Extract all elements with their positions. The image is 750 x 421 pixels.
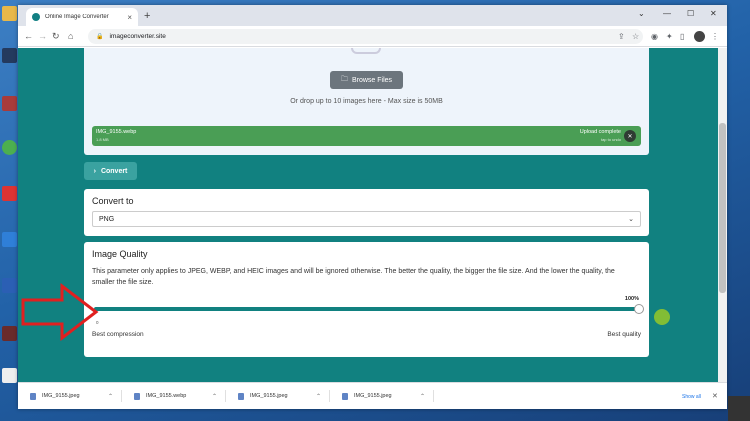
convert-to-title: Convert to: [92, 196, 134, 206]
chevron-down-icon: ⌄: [628, 216, 634, 223]
extensions-icon[interactable]: ✦: [666, 32, 673, 41]
upload-cloud-icon: [351, 48, 381, 54]
page-scrollbar[interactable]: [718, 48, 727, 382]
forward-icon[interactable]: →: [38, 31, 47, 41]
upload-card: 🗀 Browse Files Or drop up to 10 images h…: [84, 48, 649, 155]
desktop-word-icon[interactable]: [2, 278, 17, 293]
menu-kebab-icon[interactable]: ⋮: [711, 32, 719, 41]
tab-online-image-converter[interactable]: Online Image Converter ×: [26, 8, 138, 26]
browse-files-button[interactable]: 🗀 Browse Files: [330, 71, 403, 89]
tab-close-icon[interactable]: ×: [127, 13, 132, 22]
file-icon: [238, 392, 244, 400]
quality-slider-track[interactable]: [94, 307, 639, 311]
quality-slider-thumb[interactable]: [634, 304, 644, 314]
browser-toolbar: ← → ↻ ⌂ 🔒 imageconverter.site ⇪ ☆ ◉ ✦ ▯ …: [18, 26, 727, 47]
lock-icon: 🔒: [96, 34, 104, 40]
address-bar[interactable]: 🔒 imageconverter.site: [88, 29, 643, 44]
desktop-cloud-icon[interactable]: [2, 232, 17, 247]
screenshot-icon[interactable]: ◉: [651, 32, 658, 41]
quality-slider-fill: [94, 307, 639, 311]
best-quality-label: Best quality: [607, 331, 641, 338]
page-content: 🗀 Browse Files Or drop up to 10 images h…: [18, 48, 718, 382]
remove-file-icon[interactable]: ✕: [624, 130, 636, 142]
back-icon[interactable]: ←: [24, 31, 33, 41]
download-file-name: IMG_9155.jpeg: [42, 393, 80, 399]
convert-to-card: Convert to PNG ⌄: [84, 189, 649, 236]
browser-window: Online Image Converter × + ⌄ — ☐ ✕ ← → ↻…: [18, 5, 727, 409]
download-item[interactable]: IMG_9155.jpeg ⌃: [230, 390, 330, 402]
chevron-up-icon[interactable]: ⌃: [316, 393, 321, 400]
minimize-icon[interactable]: —: [663, 9, 671, 18]
desktop-doc-icon[interactable]: [2, 368, 17, 383]
tab-title: Online Image Converter: [45, 14, 109, 20]
chevron-right-icon: ›: [93, 167, 96, 175]
download-file-name: IMG_9155.jpeg: [250, 393, 288, 399]
maximize-icon[interactable]: ☐: [687, 9, 694, 18]
desktop-icons: [0, 0, 18, 421]
browse-files-label: Browse Files: [351, 76, 393, 84]
desktop-file-icon[interactable]: [2, 6, 17, 21]
desktop-archive-icon[interactable]: [2, 96, 17, 111]
image-quality-card: Image Quality This parameter only applie…: [84, 242, 649, 357]
tab-strip: Online Image Converter × + ⌄ — ☐ ✕: [18, 5, 727, 26]
file-icon: [30, 392, 36, 400]
drop-hint: Or drop up to 10 images here - Max size …: [290, 98, 443, 105]
bookmark-star-icon[interactable]: ☆: [632, 32, 639, 41]
desktop-app-icon[interactable]: [2, 48, 17, 63]
desktop-app-red-icon[interactable]: [2, 186, 17, 201]
mouse-cursor-highlight: [654, 309, 670, 325]
desktop-chrome-icon[interactable]: [2, 140, 17, 155]
upload-status: Upload complete: [579, 129, 621, 135]
desktop-pdf-icon[interactable]: [2, 326, 17, 341]
format-select[interactable]: PNG ⌄: [92, 211, 641, 227]
download-item[interactable]: IMG_9155.webp ⌃: [126, 390, 226, 402]
chevron-up-icon[interactable]: ⌃: [108, 393, 113, 400]
uploaded-file-size: 1.8 MB: [96, 137, 109, 142]
close-window-icon[interactable]: ✕: [710, 9, 717, 18]
image-quality-title: Image Quality: [92, 249, 148, 259]
reload-icon[interactable]: ↻: [52, 31, 60, 42]
file-icon: [342, 392, 348, 400]
channel-logo-icon: [728, 396, 750, 421]
scrollbar-thumb[interactable]: [719, 123, 726, 293]
undo-hint: tap to undo: [600, 137, 621, 142]
share-icon[interactable]: ⇪: [618, 32, 625, 41]
folder-icon: 🗀: [340, 75, 348, 83]
site-favicon-icon: [32, 13, 40, 21]
new-tab-icon[interactable]: +: [144, 10, 150, 22]
download-file-name: IMG_9155.jpeg: [354, 393, 392, 399]
uploaded-file-item[interactable]: IMG_9155.webp 1.8 MB Upload complete tap…: [92, 126, 641, 146]
tab-search-icon[interactable]: ⌄: [638, 9, 645, 18]
show-all-downloads-link[interactable]: Show all: [682, 394, 701, 400]
image-quality-description: This parameter only applies to JPEG, WEB…: [92, 268, 615, 286]
close-downloads-icon[interactable]: ✕: [712, 392, 718, 400]
downloads-bar: IMG_9155.jpeg ⌃ IMG_9155.webp ⌃ IMG_9155…: [18, 382, 727, 409]
chevron-up-icon[interactable]: ⌃: [420, 393, 425, 400]
home-icon[interactable]: ⌂: [68, 31, 73, 41]
chevron-up-icon[interactable]: ⌃: [212, 393, 217, 400]
profile-avatar[interactable]: [694, 31, 705, 42]
format-select-value: PNG: [99, 215, 115, 223]
download-item[interactable]: IMG_9155.jpeg ⌃: [22, 390, 122, 402]
red-arrow-annotation-icon: [21, 283, 99, 341]
side-panel-icon[interactable]: ▯: [680, 32, 684, 41]
convert-button[interactable]: › Convert: [84, 162, 137, 180]
download-item[interactable]: IMG_9155.jpeg ⌃: [334, 390, 434, 402]
download-file-name: IMG_9155.webp: [146, 393, 187, 399]
url-text: imageconverter.site: [109, 33, 166, 40]
file-icon: [134, 392, 140, 400]
convert-label: Convert: [100, 167, 128, 175]
uploaded-file-name: IMG_9155.webp: [96, 129, 137, 135]
quality-value-label: 100%: [624, 296, 639, 302]
